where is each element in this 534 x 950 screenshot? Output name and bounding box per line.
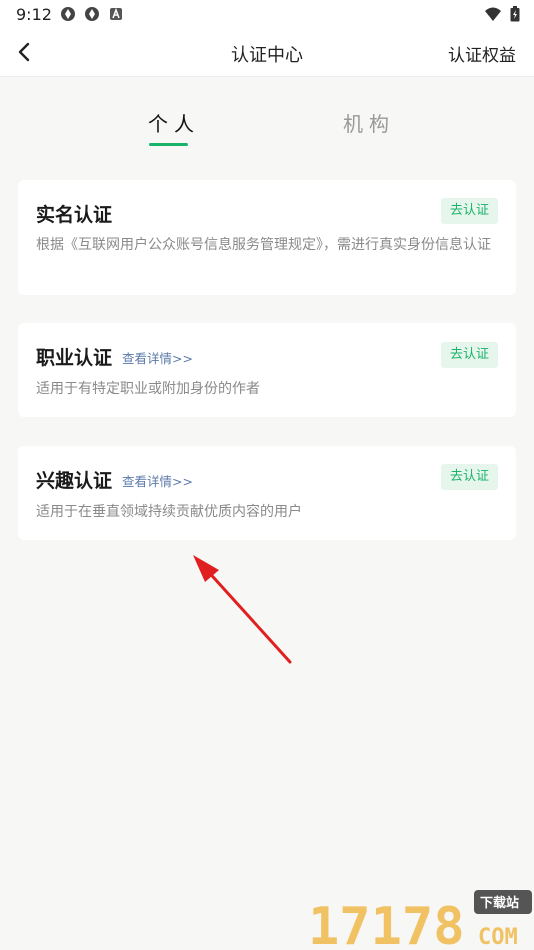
app-notification-icon	[60, 6, 76, 22]
card-title: 职业认证	[36, 347, 113, 369]
card-description: 适用于在垂直领域持续贡献优质内容的用户	[36, 504, 302, 520]
card-title: 实名认证	[36, 204, 113, 226]
top-bar: 认证中心 认证权益	[0, 28, 534, 77]
app-notification-icon	[84, 6, 100, 22]
real-name-certify-button[interactable]: 去认证	[441, 198, 498, 224]
status-bar: 9:12	[0, 0, 534, 28]
svg-text:COM: COM	[478, 925, 518, 950]
view-details-link[interactable]: 查看详情>>	[122, 348, 193, 367]
tab-organization[interactable]: 机构	[343, 108, 395, 137]
active-tab-indicator	[149, 143, 188, 146]
card-description: 根据《互联网用户公众账号信息服务管理规定》，需进行真实身份信息认证	[36, 237, 491, 253]
status-time: 9:12	[16, 5, 52, 24]
professional-certify-button[interactable]: 去认证	[441, 342, 498, 368]
interest-certify-button[interactable]: 去认证	[441, 464, 498, 490]
card-description: 适用于有特定职业或附加身份的作者	[36, 381, 260, 397]
tab-personal[interactable]: 个人	[148, 108, 200, 137]
professional-certification-card: 职业认证 查看详情>> 去认证 适用于有特定职业或附加身份的作者	[18, 323, 516, 417]
real-name-certification-card: 实名认证 去认证 根据《互联网用户公众账号信息服务管理规定》，需进行真实身份信息…	[18, 180, 516, 295]
battery-icon	[510, 6, 520, 26]
view-details-link[interactable]: 查看详情>>	[122, 471, 193, 490]
svg-text:17178: 17178	[308, 897, 465, 950]
site-watermark-logo: 17178 下载站 COM	[308, 890, 532, 950]
card-title: 兴趣认证	[36, 470, 113, 492]
wifi-icon	[484, 6, 502, 26]
certification-benefits-link[interactable]: 认证权益	[448, 41, 516, 66]
svg-text:下载站: 下载站	[480, 895, 519, 911]
annotation-arrow-icon	[193, 555, 292, 664]
tab-bar: 个人 机构	[0, 108, 534, 152]
text-notification-icon	[108, 6, 124, 22]
interest-certification-card: 兴趣认证 查看详情>> 去认证 适用于在垂直领域持续贡献优质内容的用户	[18, 446, 516, 540]
